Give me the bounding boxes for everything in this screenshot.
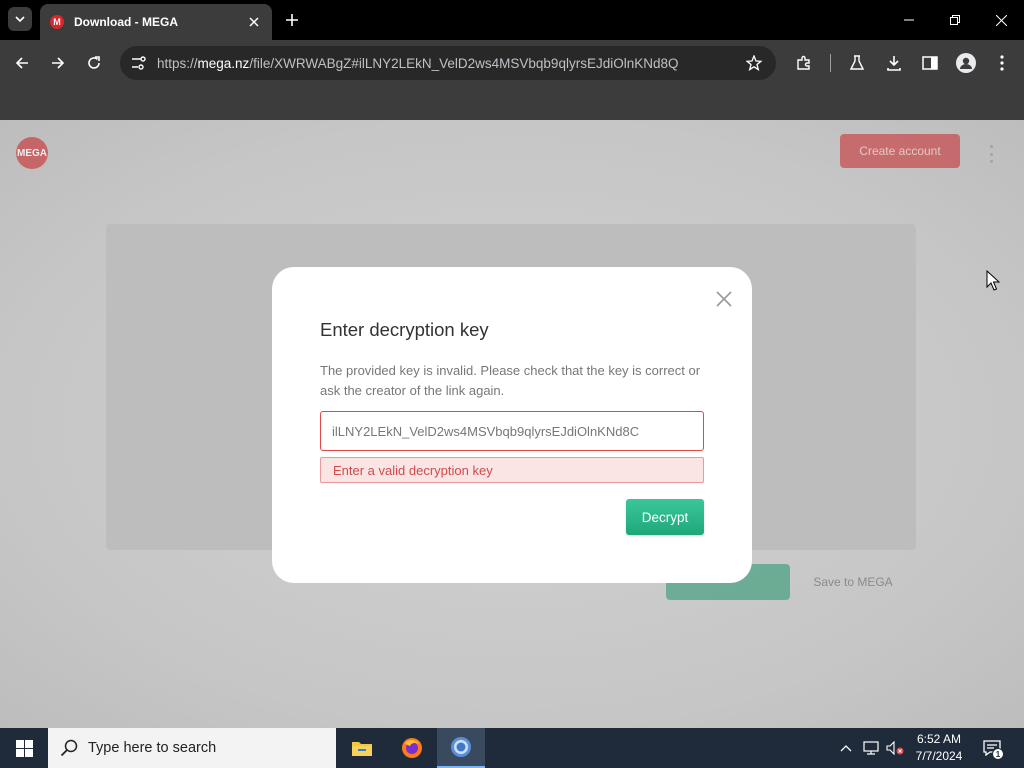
taskbar-search-box[interactable]: Type here to search bbox=[48, 728, 336, 768]
star-icon[interactable] bbox=[742, 51, 766, 75]
decryption-key-dialog: Enter decryption key The provided key is… bbox=[272, 267, 752, 583]
chevron-down-icon bbox=[15, 16, 25, 23]
tab-close-icon[interactable] bbox=[246, 14, 262, 30]
mouse-cursor-icon bbox=[986, 270, 1000, 291]
bookmarks-bar bbox=[0, 86, 1024, 120]
notification-badge: 1 bbox=[992, 748, 1004, 760]
windows-start-icon[interactable] bbox=[0, 728, 48, 768]
decrypt-button[interactable]: Decrypt bbox=[626, 499, 704, 535]
restore-icon[interactable] bbox=[945, 10, 965, 30]
file-explorer-icon[interactable] bbox=[338, 728, 386, 768]
browser-tab[interactable]: M Download - MEGA bbox=[40, 4, 272, 40]
clock-time: 6:52 AM bbox=[916, 732, 962, 746]
chevron-up-icon[interactable] bbox=[836, 738, 856, 758]
decryption-key-input[interactable] bbox=[320, 411, 704, 451]
search-icon bbox=[60, 739, 78, 757]
page-menu-icon[interactable] bbox=[986, 145, 996, 163]
url-prefix: https:// bbox=[157, 55, 198, 71]
side-panel-icon[interactable] bbox=[919, 52, 941, 74]
extensions-icon[interactable] bbox=[793, 52, 815, 74]
create-account-button[interactable]: Create account bbox=[840, 134, 960, 168]
url-text[interactable]: https://mega.nz/file/XWRWABgZ#ilLNY2LEkN… bbox=[157, 56, 742, 71]
download-icon[interactable] bbox=[883, 52, 905, 74]
system-clock[interactable]: 6:52 AM 7/7/2024 bbox=[904, 731, 974, 765]
browser-titlebar: M Download - MEGA bbox=[0, 0, 1024, 40]
dialog-message: The provided key is invalid. Please chec… bbox=[320, 363, 701, 398]
toolbar-separator bbox=[830, 54, 831, 72]
kebab-menu-icon[interactable] bbox=[991, 52, 1013, 74]
reload-icon[interactable] bbox=[83, 52, 105, 74]
windows-taskbar: Type here to search 6:52 AM 7/7/2024 1 bbox=[0, 728, 1024, 768]
site-info-icon[interactable] bbox=[128, 52, 150, 74]
minimize-icon[interactable] bbox=[899, 10, 919, 30]
tab-title: Download - MEGA bbox=[74, 15, 178, 29]
forward-arrow-icon[interactable] bbox=[47, 52, 69, 74]
error-message: Enter a valid decryption key bbox=[320, 457, 704, 483]
profile-icon[interactable] bbox=[955, 52, 977, 74]
labs-flask-icon[interactable] bbox=[846, 52, 868, 74]
network-icon[interactable] bbox=[861, 738, 881, 758]
url-host: mega.nz bbox=[197, 55, 250, 71]
search-placeholder: Type here to search bbox=[88, 740, 217, 756]
new-tab-plus-icon[interactable] bbox=[282, 10, 302, 30]
address-bar[interactable]: https://mega.nz/file/XWRWABgZ#ilLNY2LEkN… bbox=[120, 46, 776, 80]
close-window-icon[interactable] bbox=[991, 10, 1011, 30]
close-icon[interactable] bbox=[714, 289, 734, 309]
firefox-icon[interactable] bbox=[388, 728, 436, 768]
browser-toolbar: https://mega.nz/file/XWRWABgZ#ilLNY2LEkN… bbox=[0, 40, 1024, 86]
volume-muted-icon[interactable] bbox=[885, 738, 905, 758]
back-arrow-icon[interactable] bbox=[11, 52, 33, 74]
dialog-title: Enter decryption key bbox=[320, 319, 489, 340]
mega-favicon-icon: M bbox=[50, 15, 64, 29]
mega-logo[interactable]: MEGA bbox=[16, 137, 48, 169]
tab-search-button[interactable] bbox=[8, 7, 32, 31]
save-to-mega-button[interactable]: Save to MEGA bbox=[800, 564, 906, 600]
clock-date: 7/7/2024 bbox=[915, 749, 963, 763]
notification-center-icon[interactable]: 1 bbox=[980, 736, 1004, 760]
url-path: /file/XWRWABgZ#ilLNY2LEkN_VelD2ws4MSVbqb… bbox=[249, 55, 679, 71]
chrome-icon[interactable] bbox=[437, 728, 485, 768]
